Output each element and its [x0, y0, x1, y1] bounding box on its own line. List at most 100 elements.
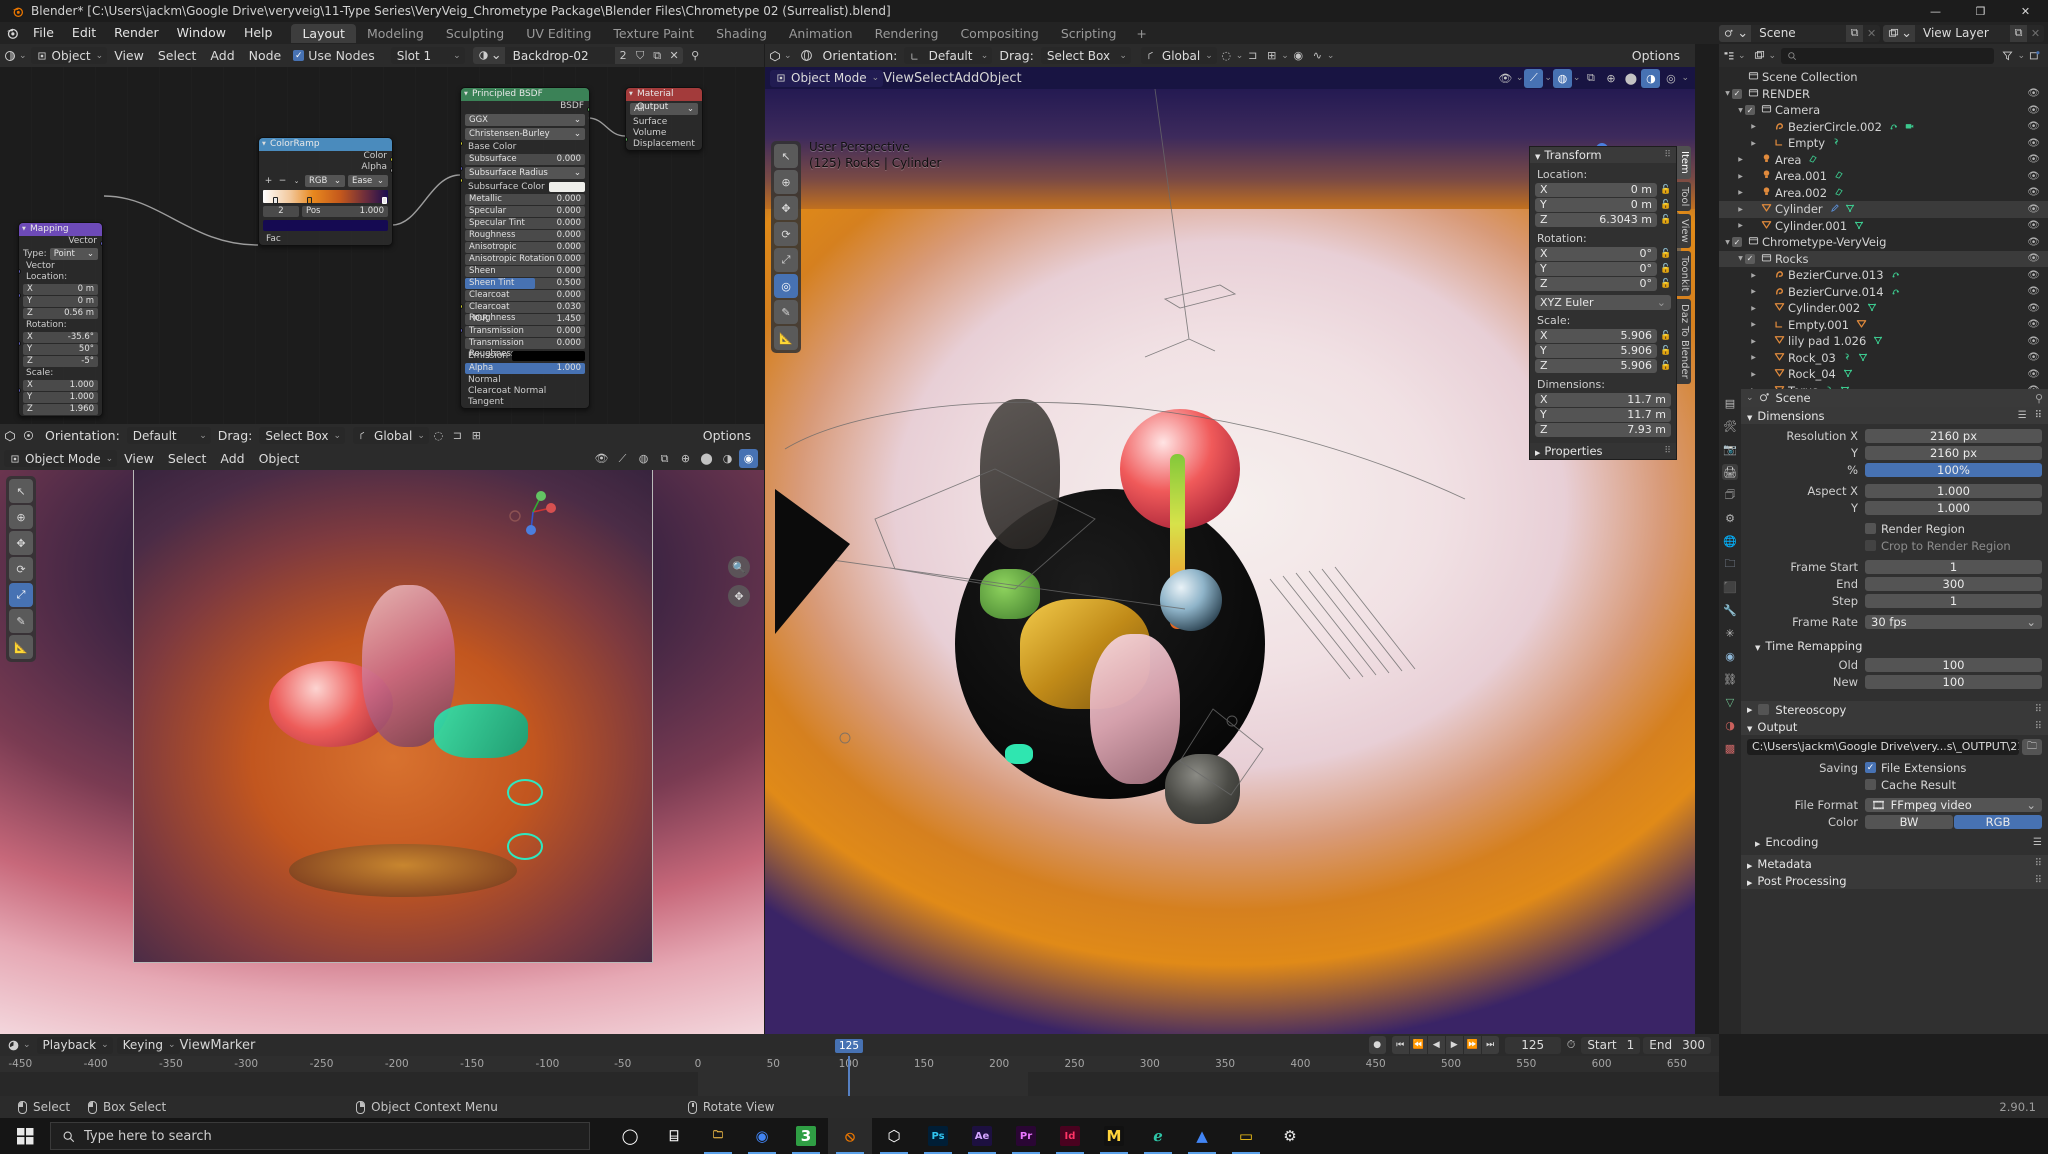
file-extensions-row[interactable]: Saving ✓ File Extensions: [1747, 760, 2042, 775]
preview-move-tool[interactable]: ✥: [9, 531, 33, 555]
hide-in-viewport-icon[interactable]: 👁: [2027, 121, 2040, 132]
preview-zoom-icon[interactable]: 🔍: [728, 556, 750, 578]
preview-mode-dropdown[interactable]: Object Mode ⌄: [4, 450, 118, 467]
node-mapping-rotation-x[interactable]: X -35.6°: [23, 332, 98, 343]
socket-alpha-out[interactable]: [390, 168, 392, 173]
shader-type-dropdown[interactable]: Object ⌄: [30, 47, 108, 64]
workspace-tab-modeling[interactable]: Modeling: [356, 24, 435, 43]
viewport-menu-object[interactable]: Object: [979, 71, 1021, 86]
preview-tweak-tool[interactable]: ↖: [9, 479, 33, 503]
viewport-snap-target-icon[interactable]: ⊞: [1262, 46, 1281, 65]
resolution-y-row[interactable]: Y 2160 px: [1747, 445, 2042, 460]
new-scene-button[interactable]: ⧉: [1846, 24, 1864, 42]
viewport-editor-type-icon[interactable]: [765, 46, 784, 65]
stereoscopy-section-header[interactable]: ▶✓Stereoscopy ⠿: [1741, 701, 2048, 718]
search-input[interactable]: Type here to search: [50, 1122, 590, 1150]
curve-data-icon[interactable]: [1889, 120, 1899, 134]
metadata-section-header[interactable]: ▶ Metadata ⠿: [1741, 855, 2048, 872]
viewport-gizmo-icon[interactable]: ⟋: [1524, 68, 1544, 88]
hide-in-viewport-icon[interactable]: 👁: [2027, 270, 2040, 281]
viewport-canvas[interactable]: User Perspective (125) Rocks | Cylinder …: [765, 89, 1695, 1034]
outliner-display-mode-icon[interactable]: [1750, 46, 1769, 65]
input-metallic[interactable]: Metallic 0.000: [465, 194, 585, 205]
material-id-block[interactable]: ⌄ Backdrop-02 2 ⛉ ⧉ ✕: [472, 47, 683, 64]
input-sheen-tint[interactable]: Sheen Tint 0.500: [465, 278, 585, 289]
render-region-row[interactable]: ✓ Render Region: [1747, 521, 2042, 536]
workspace-tab-compositing[interactable]: Compositing: [949, 24, 1049, 43]
lock-scale-x-icon[interactable]: 🔓: [1660, 331, 1671, 341]
outliner-row-rocks[interactable]: ▼ ✓ Rocks 👁: [1719, 250, 2048, 267]
use-nodes-checkbox[interactable]: ✓: [293, 50, 305, 61]
file-format-row[interactable]: File Format 🎞 FFmpeg video ⌄: [1747, 797, 2042, 812]
camera-data-icon[interactable]: [1904, 120, 1915, 134]
mesh-icon[interactable]: [1856, 318, 1867, 332]
viewport-transform-space-dropdown[interactable]: Global ⌄: [1140, 47, 1217, 64]
dimensions-y-row[interactable]: Y 11.7 m: [1535, 408, 1671, 422]
outliner-search-input[interactable]: [1781, 47, 1995, 64]
outliner-row-cylinder-001[interactable]: ▶ Cylinder.001 👁: [1719, 218, 2048, 235]
outliner-row-rock-03[interactable]: ▶ Rock_03 👁: [1719, 350, 2048, 367]
material-tab[interactable]: ◑: [1722, 717, 1738, 733]
node-colorramp-out-color[interactable]: Color: [259, 151, 392, 162]
file-explorer-icon[interactable]: 🗀: [696, 1118, 740, 1154]
post-processing-section-header[interactable]: ▶ Post Processing ⠿: [1741, 872, 2048, 889]
particles-tab[interactable]: ✳: [1722, 625, 1738, 641]
npanel-tab-item[interactable]: Item: [1677, 146, 1691, 179]
outliner-row-chrometype-veryveig[interactable]: ▼ ✓ Chrometype-VeryVeig 👁: [1719, 234, 2048, 251]
node-menu-node[interactable]: Node: [242, 44, 289, 67]
colorramp-pos-field[interactable]: Pos 1.000: [302, 206, 388, 217]
lock-rotation-y-icon[interactable]: 🔓: [1660, 264, 1671, 274]
outliner-row-render[interactable]: ▼ ✓ RENDER 👁: [1719, 86, 2048, 103]
remove-view-layer-button[interactable]: ✕: [2027, 25, 2044, 42]
aspect-y-row[interactable]: Y 1.000: [1747, 500, 2042, 515]
socket-scale-in[interactable]: [19, 388, 21, 393]
chrome-icon[interactable]: ◉: [740, 1118, 784, 1154]
settings-icon[interactable]: ⚙: [1268, 1118, 1312, 1154]
preview-snap-target-icon[interactable]: ⊞: [467, 426, 486, 445]
disclosure-triangle[interactable]: ▶: [1736, 189, 1745, 196]
rotation-z-row[interactable]: Z 0° 🔓: [1535, 277, 1671, 291]
viewport-overlays-icon[interactable]: ◍: [1552, 68, 1572, 88]
colorramp-interpolation-curve[interactable]: Ease ⌄: [348, 175, 388, 187]
colorramp-add-button[interactable]: +: [263, 176, 274, 186]
node-mapping-rotation-y[interactable]: Y 50°: [23, 344, 98, 355]
hide-in-viewport-icon[interactable]: 👁: [2027, 138, 2040, 149]
indesign-icon[interactable]: Id: [1048, 1118, 1092, 1154]
input-transmission[interactable]: Transmission 0.000: [465, 326, 585, 337]
exclude-checkbox[interactable]: ✓: [1745, 105, 1755, 116]
menu-window[interactable]: Window: [168, 22, 235, 44]
constraints-tab[interactable]: ⛓: [1722, 671, 1738, 687]
outliner-row-beziercircle-002[interactable]: ▶ BezierCircle.002 👁: [1719, 119, 2048, 136]
node-mapping-location-z[interactable]: Z 0.56 m: [23, 308, 98, 319]
curve-data-icon[interactable]: [1891, 268, 1901, 282]
viewport-menu-view[interactable]: View: [883, 71, 914, 86]
minimize-button[interactable]: —: [1913, 0, 1958, 22]
premiere-pro-icon[interactable]: Pr: [1004, 1118, 1048, 1154]
move-tool[interactable]: ✥: [774, 196, 798, 220]
view-layer-id-block[interactable]: ⌄ View Layer ⧉ ✕: [1883, 24, 2044, 42]
outliner-row-cylinder-002[interactable]: ▶ Cylinder.002 👁: [1719, 300, 2048, 317]
preview-menu-object[interactable]: Object: [252, 447, 307, 470]
menu-render[interactable]: Render: [105, 22, 168, 44]
sticky-notes-icon[interactable]: ▭: [1224, 1118, 1268, 1154]
location-y-row[interactable]: Y0 m 🔓: [1535, 198, 1671, 212]
viewport-mode-dropdown[interactable]: Object Mode ⌄: [770, 69, 884, 87]
unlink-scene-button[interactable]: ✕: [1863, 25, 1880, 42]
workspace-tab-scripting[interactable]: Scripting: [1050, 24, 1128, 43]
colorramp-interpolation-mode[interactable]: RGB ⌄: [305, 175, 345, 187]
disclosure-triangle[interactable]: ▶: [1749, 140, 1758, 147]
marmoset-icon[interactable]: M: [1092, 1118, 1136, 1154]
object-tab[interactable]: ⬛: [1722, 579, 1738, 595]
disclosure-triangle[interactable]: ▶: [1749, 354, 1758, 361]
outliner-row-area-001[interactable]: ▶ Area.001 👁: [1719, 168, 2048, 185]
resolution-percent-row[interactable]: % 100%: [1747, 462, 2042, 477]
add-workspace-button[interactable]: +: [1127, 24, 1155, 43]
frame-rate-dropdown[interactable]: 30 fps ⌄: [1865, 614, 2042, 629]
presets-icon[interactable]: ☰: [2018, 410, 2027, 421]
material-output-displacement[interactable]: Displacement: [626, 139, 702, 150]
outliner-editor-type-icon[interactable]: [1719, 46, 1738, 65]
frame-rate-row[interactable]: Frame Rate 30 fps ⌄: [1747, 614, 2042, 629]
viewport-shading-rendered-icon[interactable]: ◎: [1661, 69, 1680, 88]
preview-shading-solid-icon[interactable]: ⬤: [697, 449, 716, 468]
disclosure-triangle[interactable]: ▼: [1723, 239, 1732, 246]
